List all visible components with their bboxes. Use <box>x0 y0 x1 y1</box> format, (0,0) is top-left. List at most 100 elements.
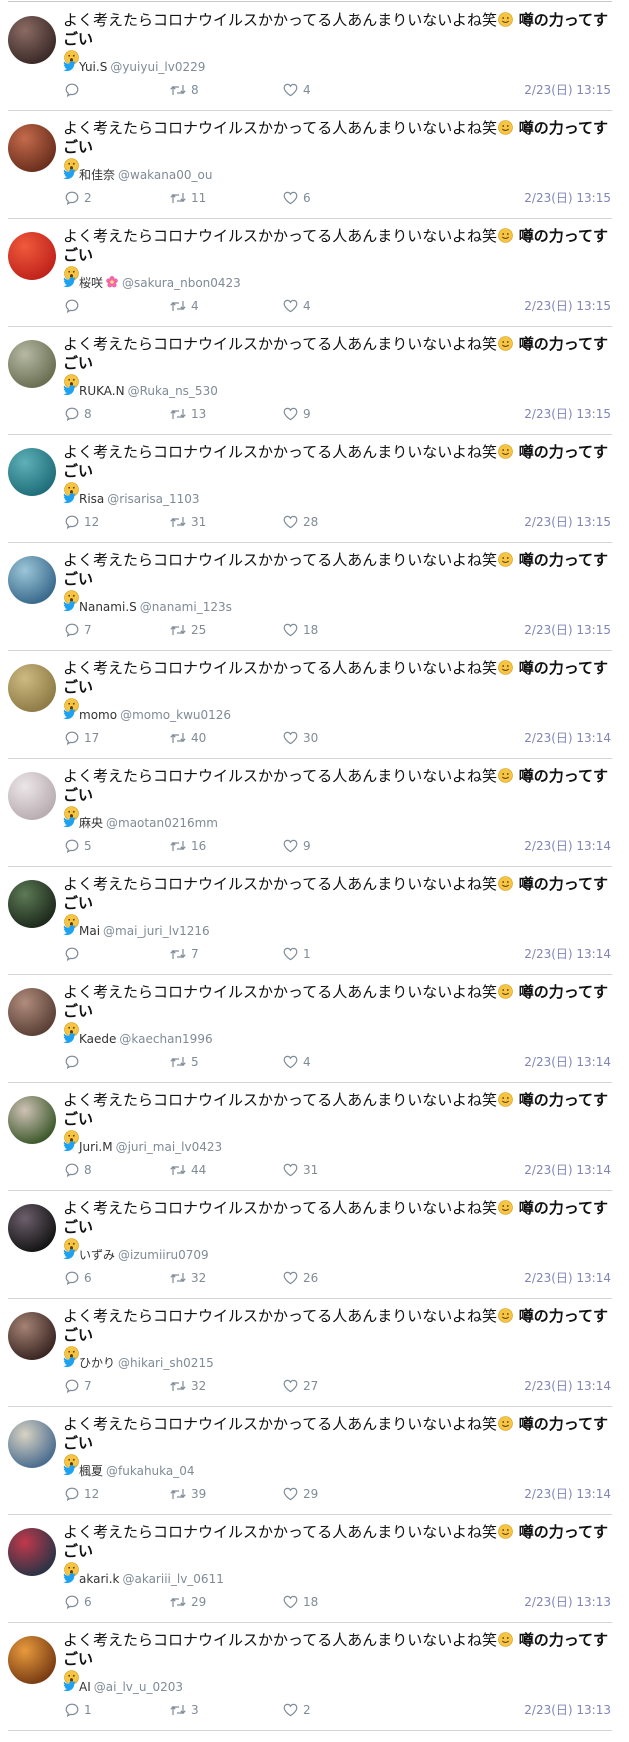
user-avatar[interactable] <box>8 664 56 712</box>
user-handle[interactable]: @momo_kwu0126 <box>120 708 231 722</box>
user-avatar[interactable] <box>8 1096 56 1144</box>
user-avatar[interactable] <box>8 772 56 820</box>
user-avatar[interactable] <box>8 988 56 1036</box>
tweet-timestamp[interactable]: 2/23(日) 13:14 <box>524 1269 611 1287</box>
retweet-button[interactable]: 11 <box>170 189 206 207</box>
like-button[interactable]: 2 <box>283 1701 311 1719</box>
user-name[interactable]: Risa <box>79 492 104 506</box>
like-button[interactable]: 18 <box>283 1593 318 1611</box>
like-button[interactable]: 18 <box>283 621 318 639</box>
tweet-timestamp[interactable]: 2/23(日) 13:15 <box>524 81 611 99</box>
reply-button[interactable] <box>65 297 84 315</box>
user-handle[interactable]: @ai_lv_u_0203 <box>94 1680 183 1694</box>
tweet-timestamp[interactable]: 2/23(日) 13:14 <box>524 1485 611 1503</box>
like-button[interactable]: 31 <box>283 1161 318 1179</box>
user-name[interactable]: Nanami.S <box>79 600 137 614</box>
user-name[interactable]: 麻央 <box>79 816 103 830</box>
tweet-timestamp[interactable]: 2/23(日) 13:13 <box>524 1701 611 1719</box>
user-handle[interactable]: @wakana00_ou <box>118 168 212 182</box>
user-avatar[interactable] <box>8 1420 56 1468</box>
user-avatar[interactable] <box>8 16 56 64</box>
retweet-button[interactable]: 32 <box>170 1377 206 1395</box>
reply-button[interactable] <box>65 945 84 963</box>
reply-button[interactable]: 7 <box>65 621 92 639</box>
user-handle[interactable]: @maotan0216mm <box>106 816 218 830</box>
like-button[interactable]: 4 <box>283 297 311 315</box>
user-handle[interactable]: @mai_juri_lv1216 <box>103 924 210 938</box>
reply-button[interactable]: 17 <box>65 729 99 747</box>
tweet-timestamp[interactable]: 2/23(日) 13:14 <box>524 837 611 855</box>
retweet-button[interactable]: 40 <box>170 729 206 747</box>
retweet-button[interactable]: 25 <box>170 621 206 639</box>
retweet-button[interactable]: 4 <box>170 297 199 315</box>
user-name[interactable]: Yui.S <box>79 60 107 74</box>
user-handle[interactable]: @yuiyui_lv0229 <box>110 60 205 74</box>
retweet-button[interactable]: 44 <box>170 1161 206 1179</box>
user-name[interactable]: 楓夏 <box>79 1464 103 1478</box>
retweet-button[interactable]: 3 <box>170 1701 199 1719</box>
user-avatar[interactable] <box>8 1636 56 1684</box>
user-handle[interactable]: @fukahuka_04 <box>106 1464 195 1478</box>
tweet-timestamp[interactable]: 2/23(日) 13:14 <box>524 1161 611 1179</box>
tweet-timestamp[interactable]: 2/23(日) 13:14 <box>524 1377 611 1395</box>
reply-button[interactable]: 6 <box>65 1593 92 1611</box>
user-name[interactable]: Juri.M <box>79 1140 113 1154</box>
like-button[interactable]: 28 <box>283 513 318 531</box>
user-name[interactable]: RUKA.N <box>79 384 125 398</box>
like-button[interactable]: 6 <box>283 189 311 207</box>
user-handle[interactable]: @risarisa_1103 <box>107 492 199 506</box>
tweet-timestamp[interactable]: 2/23(日) 13:15 <box>524 405 611 423</box>
user-name[interactable]: Kaede <box>79 1032 116 1046</box>
user-avatar[interactable] <box>8 448 56 496</box>
retweet-button[interactable]: 8 <box>170 81 199 99</box>
user-handle[interactable]: @kaechan1996 <box>119 1032 212 1046</box>
retweet-button[interactable]: 32 <box>170 1269 206 1287</box>
tweet-timestamp[interactable]: 2/23(日) 13:15 <box>524 513 611 531</box>
user-name[interactable]: AI <box>79 1680 91 1694</box>
user-name[interactable]: いずみ <box>79 1248 115 1262</box>
retweet-button[interactable]: 29 <box>170 1593 206 1611</box>
tweet-timestamp[interactable]: 2/23(日) 13:14 <box>524 1053 611 1071</box>
tweet-timestamp[interactable]: 2/23(日) 13:15 <box>524 621 611 639</box>
reply-button[interactable]: 8 <box>65 405 92 423</box>
user-avatar[interactable] <box>8 1204 56 1252</box>
user-avatar[interactable] <box>8 1528 56 1576</box>
reply-button[interactable]: 6 <box>65 1269 92 1287</box>
user-handle[interactable]: @nanami_123s <box>140 600 232 614</box>
user-name[interactable]: 和佳奈 <box>79 168 115 182</box>
user-name[interactable]: Mai <box>79 924 100 938</box>
user-avatar[interactable] <box>8 1312 56 1360</box>
reply-button[interactable]: 1 <box>65 1701 92 1719</box>
reply-button[interactable]: 12 <box>65 513 99 531</box>
reply-button[interactable] <box>65 81 84 99</box>
user-name[interactable]: ひかり <box>79 1356 115 1370</box>
like-button[interactable]: 26 <box>283 1269 318 1287</box>
user-handle[interactable]: @sakura_nbon0423 <box>122 276 241 290</box>
tweet-timestamp[interactable]: 2/23(日) 13:13 <box>524 1593 611 1611</box>
user-avatar[interactable] <box>8 556 56 604</box>
retweet-button[interactable]: 5 <box>170 1053 199 1071</box>
like-button[interactable]: 27 <box>283 1377 318 1395</box>
retweet-button[interactable]: 13 <box>170 405 206 423</box>
user-handle[interactable]: @izumiiru0709 <box>118 1248 209 1262</box>
reply-button[interactable]: 2 <box>65 189 92 207</box>
user-handle[interactable]: @juri_mai_lv0423 <box>116 1140 223 1154</box>
tweet-timestamp[interactable]: 2/23(日) 13:14 <box>524 945 611 963</box>
like-button[interactable]: 4 <box>283 81 311 99</box>
reply-button[interactable]: 8 <box>65 1161 92 1179</box>
reply-button[interactable]: 5 <box>65 837 92 855</box>
like-button[interactable]: 1 <box>283 945 311 963</box>
like-button[interactable]: 29 <box>283 1485 318 1503</box>
tweet-timestamp[interactable]: 2/23(日) 13:15 <box>524 297 611 315</box>
user-handle[interactable]: @Ruka_ns_530 <box>128 384 218 398</box>
reply-button[interactable] <box>65 1053 84 1071</box>
user-avatar[interactable] <box>8 340 56 388</box>
user-name[interactable]: akari.k <box>79 1572 119 1586</box>
like-button[interactable]: 9 <box>283 405 311 423</box>
reply-button[interactable]: 7 <box>65 1377 92 1395</box>
user-name[interactable]: momo <box>79 708 117 722</box>
like-button[interactable]: 4 <box>283 1053 311 1071</box>
like-button[interactable]: 30 <box>283 729 318 747</box>
like-button[interactable]: 9 <box>283 837 311 855</box>
reply-button[interactable]: 12 <box>65 1485 99 1503</box>
